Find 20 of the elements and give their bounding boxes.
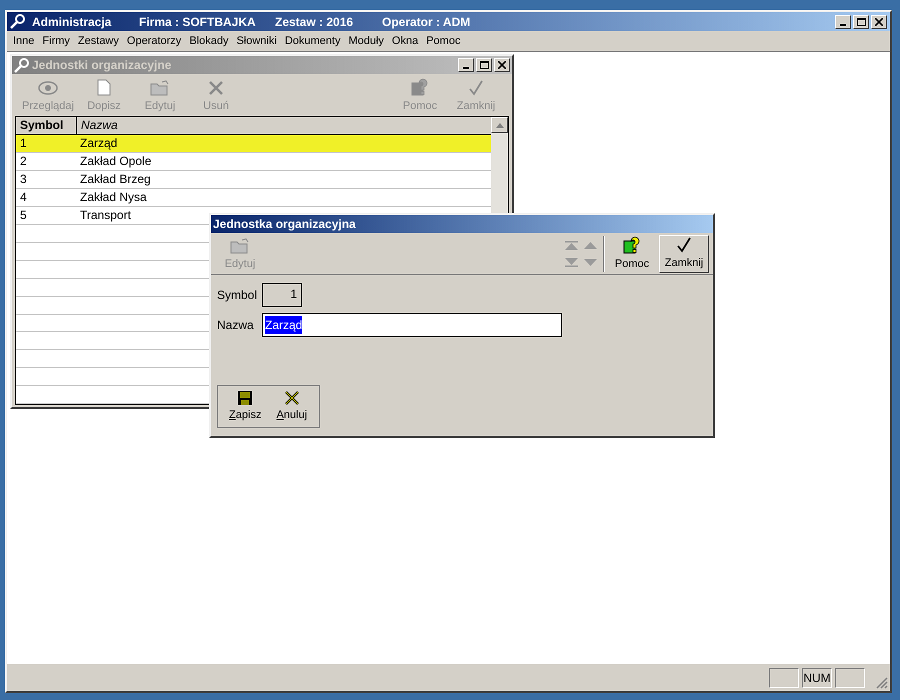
table-cell-text: 2 <box>19 153 28 170</box>
window-title: Operator : ADM <box>382 14 470 30</box>
table-cell-text: Zakład Opole <box>79 153 152 170</box>
field-label: Nazwa <box>217 317 255 334</box>
table-cell-text: Zakład Brzeg <box>79 171 152 188</box>
status-panel: NUM <box>802 668 832 688</box>
window-title: Zestaw : 2016 <box>275 14 354 30</box>
window-title: Jednostki organizacyjne <box>32 57 172 74</box>
symbol-field: 1 <box>262 283 302 307</box>
window-title: Firma : SOFTBAJKA <box>139 14 257 30</box>
table-cell-text: 5 <box>19 207 28 224</box>
window-title: Jednostka organizacyjna <box>213 216 356 233</box>
field-label: Symbol <box>217 287 258 304</box>
table-cell-text: 3 <box>19 171 28 188</box>
table-cell-text: Zakład Nysa <box>79 189 148 206</box>
table-cell-text: Zarząd <box>79 135 118 152</box>
table-cell-text: 1 <box>19 135 28 152</box>
window-title: Administracja <box>32 14 112 30</box>
table-cell-text: Transport <box>79 207 132 224</box>
table-cell-text: 4 <box>19 189 28 206</box>
